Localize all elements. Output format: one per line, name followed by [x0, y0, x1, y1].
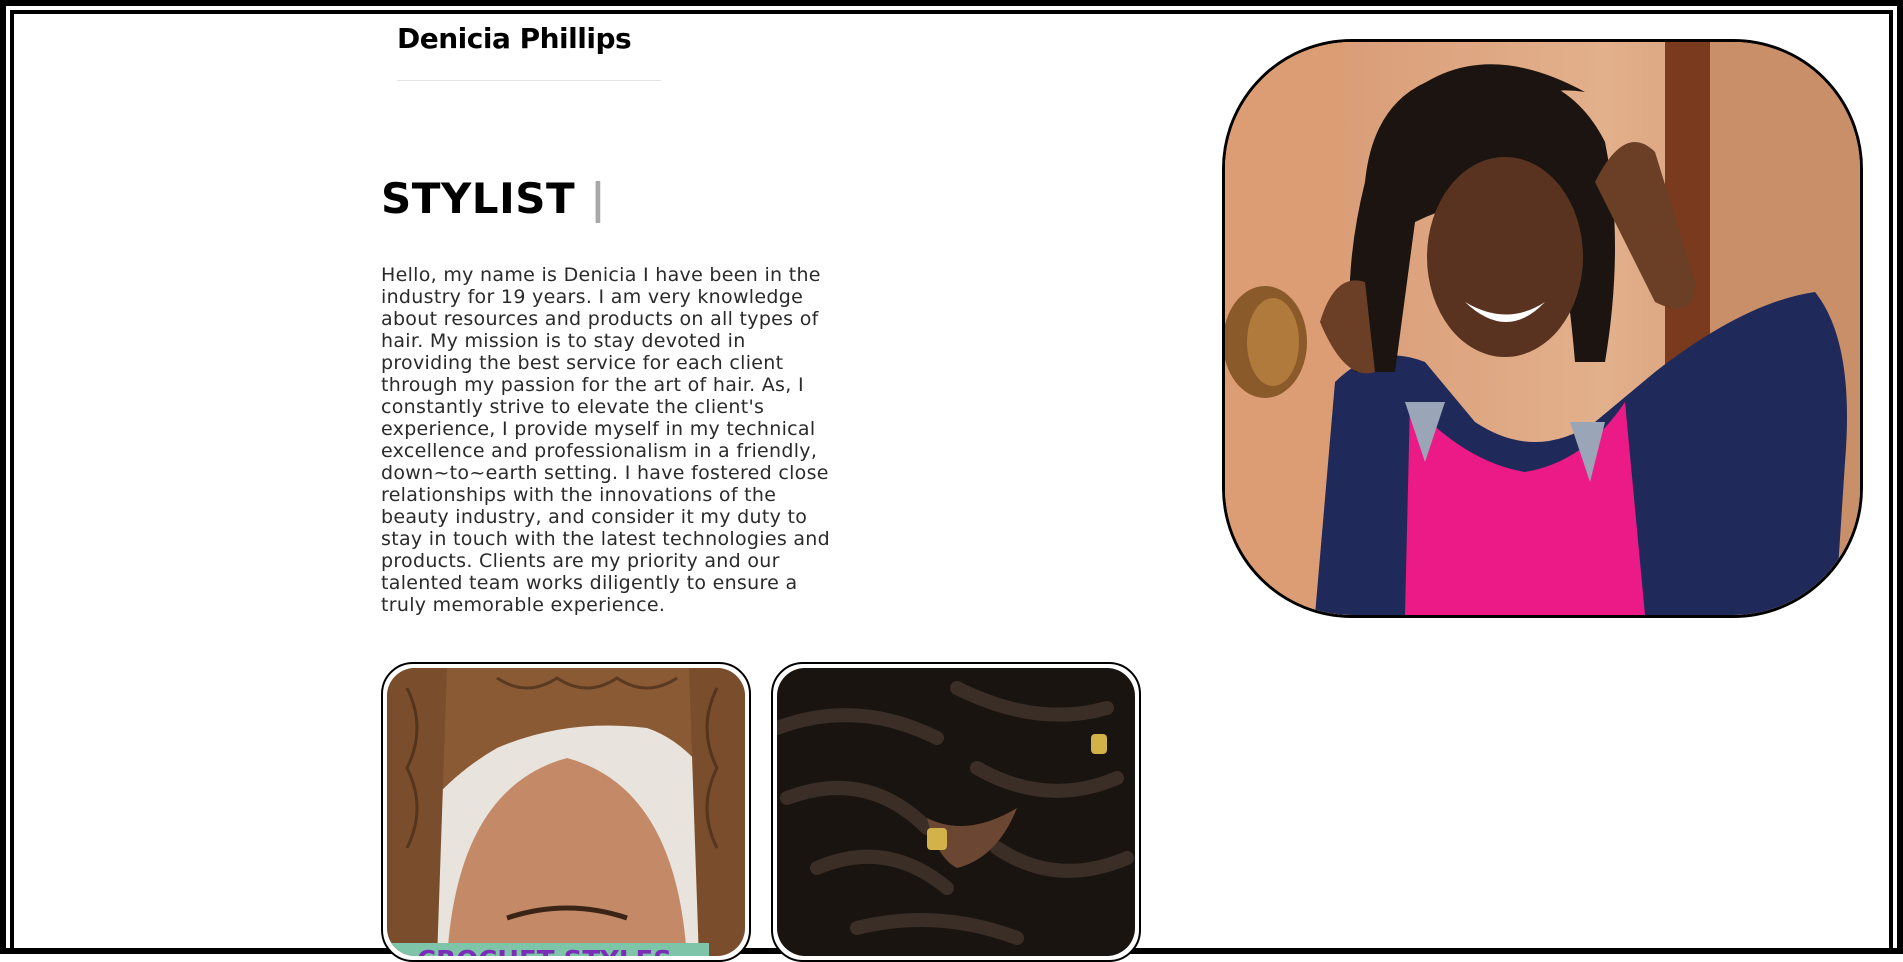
card-image-frame: CROCHET STYLES: [387, 668, 745, 956]
gallery-card-crochet[interactable]: CROCHET STYLES: [381, 662, 751, 962]
stylist-portrait: [1222, 39, 1863, 618]
crochet-braids-image: [387, 668, 745, 956]
typing-cursor: |: [590, 174, 607, 223]
site-name[interactable]: Denicia Phillips: [397, 22, 632, 55]
gallery-card-locs[interactable]: [771, 662, 1141, 962]
name-divider: [397, 80, 661, 81]
faux-locs-image: [777, 668, 1135, 956]
card-label-crochet: CROCHET STYLES: [387, 943, 709, 956]
card-image-frame: [777, 668, 1135, 956]
role-heading: STYLIST |: [381, 174, 606, 223]
portrait-illustration: [1225, 42, 1860, 615]
bio-paragraph: Hello, my name is Denicia I have been in…: [381, 264, 831, 616]
role-text: STYLIST: [381, 174, 576, 223]
